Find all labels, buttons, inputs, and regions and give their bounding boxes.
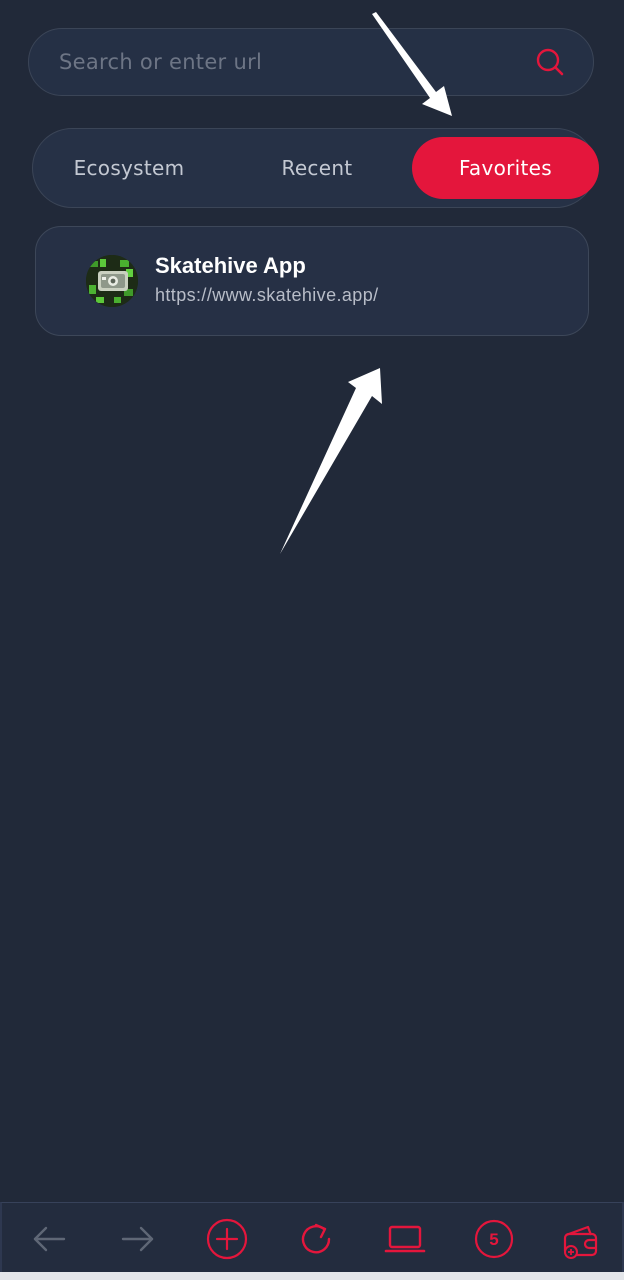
- favorite-item[interactable]: Skatehive App https://www.skatehive.app/: [35, 226, 589, 336]
- search-input[interactable]: [57, 49, 533, 75]
- favorite-url: https://www.skatehive.app/: [155, 285, 379, 305]
- back-arrow-icon[interactable]: [27, 1217, 71, 1261]
- wallet-icon[interactable]: [559, 1217, 603, 1261]
- favorite-title: Skatehive App: [155, 253, 306, 278]
- bottom-nav-bar: 5: [0, 1202, 624, 1272]
- system-navigation-strip: [0, 1272, 624, 1280]
- search-icon[interactable]: [533, 45, 567, 79]
- tab-ecosystem[interactable]: Ecosystem: [41, 137, 217, 199]
- tab-count-label: 5: [489, 1230, 498, 1249]
- tab-count-icon[interactable]: 5: [472, 1217, 516, 1261]
- tab-bar: Ecosystem Recent Favorites: [32, 128, 599, 208]
- refresh-icon[interactable]: [294, 1217, 338, 1261]
- search-bar[interactable]: [28, 28, 594, 96]
- tab-favorites[interactable]: Favorites: [412, 137, 599, 199]
- forward-arrow-icon[interactable]: [116, 1217, 160, 1261]
- annotation-arrow-bottom: [280, 368, 382, 554]
- desktop-mode-icon[interactable]: [383, 1217, 427, 1261]
- tab-recent[interactable]: Recent: [229, 137, 405, 199]
- skatehive-logo-icon: [86, 255, 138, 307]
- new-tab-icon[interactable]: [205, 1217, 249, 1261]
